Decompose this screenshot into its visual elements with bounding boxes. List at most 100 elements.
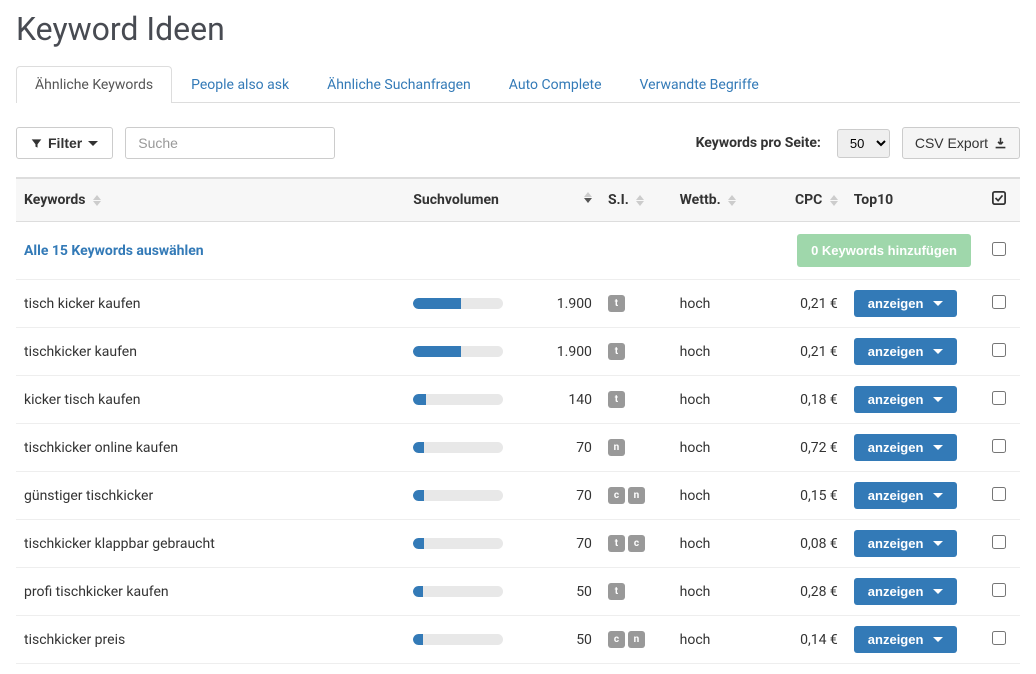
add-keywords-button[interactable]: 0 Keywords hinzufügen bbox=[797, 234, 971, 267]
si-badge: c bbox=[608, 631, 625, 648]
chevron-down-icon bbox=[933, 445, 943, 450]
si-badge: t bbox=[608, 343, 625, 360]
row-checkbox[interactable] bbox=[992, 535, 1006, 549]
volume-bar bbox=[413, 634, 503, 645]
chevron-down-icon bbox=[933, 397, 943, 402]
volume-cell: 70 bbox=[405, 520, 600, 568]
row-checkbox[interactable] bbox=[992, 439, 1006, 453]
wettb-cell: hoch bbox=[672, 616, 764, 664]
anzeigen-button[interactable]: anzeigen bbox=[854, 434, 958, 461]
page-title: Keyword Ideen bbox=[16, 10, 1020, 48]
col-cpc[interactable]: CPC bbox=[764, 178, 846, 222]
volume-bar bbox=[413, 298, 503, 309]
col-wettb[interactable]: Wettb. bbox=[672, 178, 764, 222]
volume-cell: 140 bbox=[405, 376, 600, 424]
cpc-cell: 0,14 € bbox=[764, 616, 846, 664]
per-page-select[interactable]: 50 bbox=[837, 129, 890, 158]
tab-0[interactable]: Ähnliche Keywords bbox=[16, 66, 172, 103]
table-row: tisch kicker kaufen1.900thoch0,21 €anzei… bbox=[16, 280, 1020, 328]
anzeigen-label: anzeigen bbox=[868, 392, 924, 407]
tab-4[interactable]: Verwandte Begriffe bbox=[621, 66, 778, 103]
table-row: tischkicker preis50cnhoch0,14 € anzeigen bbox=[16, 616, 1020, 664]
volume-cell: 50 bbox=[405, 616, 600, 664]
check-cell bbox=[979, 520, 1020, 568]
volume-bar bbox=[413, 538, 503, 549]
row-checkbox[interactable] bbox=[992, 631, 1006, 645]
anzeigen-button[interactable]: anzeigen bbox=[854, 626, 958, 653]
search-input[interactable] bbox=[125, 127, 335, 159]
check-cell bbox=[979, 616, 1020, 664]
volume-cell: 1.900 bbox=[405, 280, 600, 328]
anzeigen-label: anzeigen bbox=[868, 632, 924, 647]
tab-3[interactable]: Auto Complete bbox=[490, 66, 621, 103]
sort-icon bbox=[728, 195, 736, 206]
select-all-row: Alle 15 Keywords auswählen 0 Keywords hi… bbox=[16, 222, 1020, 280]
wettb-cell: hoch bbox=[672, 328, 764, 376]
si-cell: tc bbox=[600, 520, 672, 568]
anzeigen-button[interactable]: anzeigen bbox=[854, 338, 958, 365]
anzeigen-label: anzeigen bbox=[868, 440, 924, 455]
top10-cell: anzeigen bbox=[846, 424, 979, 472]
si-cell: t bbox=[600, 328, 672, 376]
filter-icon bbox=[31, 138, 42, 149]
cpc-cell: 0,15 € bbox=[764, 472, 846, 520]
top10-cell: anzeigen bbox=[846, 328, 979, 376]
wettb-cell: hoch bbox=[672, 424, 764, 472]
col-check-all[interactable] bbox=[979, 178, 1020, 222]
filter-button[interactable]: Filter bbox=[16, 127, 113, 159]
csv-export-button[interactable]: CSV Export bbox=[902, 127, 1020, 159]
table-row: günstiger tischkicker70cnhoch0,15 €anzei… bbox=[16, 472, 1020, 520]
volume-bar bbox=[413, 346, 503, 357]
col-si[interactable]: S.I. bbox=[600, 178, 672, 222]
toolbar: Filter Keywords pro Seite: 50 CSV Export bbox=[16, 127, 1020, 159]
tab-2[interactable]: Ähnliche Suchanfragen bbox=[308, 66, 490, 103]
anzeigen-button[interactable]: anzeigen bbox=[854, 578, 958, 605]
wettb-cell: hoch bbox=[672, 568, 764, 616]
anzeigen-button[interactable]: anzeigen bbox=[854, 482, 958, 509]
keyword-cell: tischkicker preis bbox=[16, 616, 405, 664]
check-cell bbox=[979, 472, 1020, 520]
check-cell bbox=[979, 424, 1020, 472]
wettb-cell: hoch bbox=[672, 520, 764, 568]
row-checkbox[interactable] bbox=[992, 295, 1006, 309]
si-badge: t bbox=[608, 391, 625, 408]
top10-cell: anzeigen bbox=[846, 472, 979, 520]
col-keywords[interactable]: Keywords bbox=[16, 178, 405, 222]
chevron-down-icon bbox=[933, 493, 943, 498]
per-page-label: Keywords pro Seite: bbox=[696, 135, 821, 151]
row-checkbox[interactable] bbox=[992, 242, 1006, 256]
keywords-table: Keywords Suchvolumen S.I. Wettb. CPC Top… bbox=[16, 177, 1020, 664]
row-checkbox[interactable] bbox=[992, 343, 1006, 357]
select-all-link[interactable]: Alle 15 Keywords auswählen bbox=[24, 243, 204, 259]
tab-1[interactable]: People also ask bbox=[172, 66, 308, 103]
table-row: kicker tisch kaufen140thoch0,18 €anzeige… bbox=[16, 376, 1020, 424]
anzeigen-button[interactable]: anzeigen bbox=[854, 386, 958, 413]
check-cell bbox=[979, 376, 1020, 424]
volume-value: 50 bbox=[515, 584, 592, 600]
keyword-cell: profi tischkicker kaufen bbox=[16, 568, 405, 616]
wettb-cell: hoch bbox=[672, 472, 764, 520]
sort-icon bbox=[584, 192, 592, 203]
volume-value: 140 bbox=[515, 392, 592, 408]
volume-cell: 50 bbox=[405, 568, 600, 616]
anzeigen-label: anzeigen bbox=[868, 488, 924, 503]
row-checkbox[interactable] bbox=[992, 583, 1006, 597]
cpc-cell: 0,18 € bbox=[764, 376, 846, 424]
si-cell: cn bbox=[600, 616, 672, 664]
anzeigen-button[interactable]: anzeigen bbox=[854, 290, 958, 317]
tabs: Ähnliche KeywordsPeople also askÄhnliche… bbox=[16, 66, 1020, 103]
anzeigen-label: anzeigen bbox=[868, 296, 924, 311]
anzeigen-button[interactable]: anzeigen bbox=[854, 530, 958, 557]
csv-label: CSV Export bbox=[915, 135, 988, 151]
si-badge: c bbox=[628, 535, 645, 552]
sort-icon bbox=[830, 195, 838, 206]
row-checkbox[interactable] bbox=[992, 391, 1006, 405]
col-top10: Top10 bbox=[846, 178, 979, 222]
download-icon bbox=[994, 137, 1007, 150]
top10-cell: anzeigen bbox=[846, 616, 979, 664]
row-checkbox[interactable] bbox=[992, 487, 1006, 501]
cpc-cell: 0,72 € bbox=[764, 424, 846, 472]
keyword-cell: tischkicker online kaufen bbox=[16, 424, 405, 472]
col-volume[interactable]: Suchvolumen bbox=[405, 178, 600, 222]
sort-icon bbox=[93, 195, 101, 206]
